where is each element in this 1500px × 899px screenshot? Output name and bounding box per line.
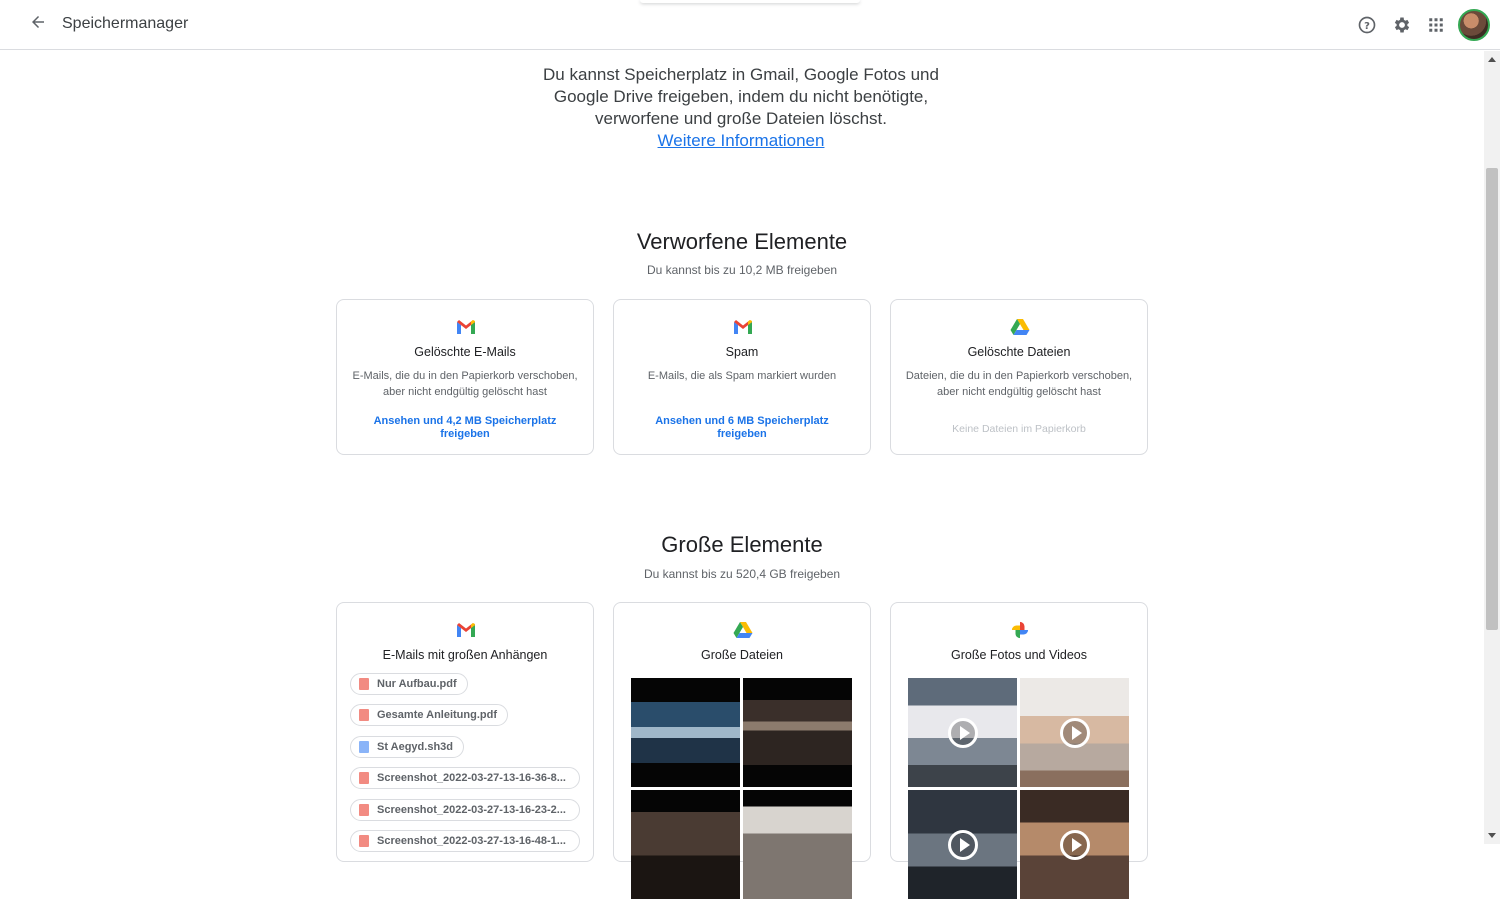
file-thumbnail[interactable] — [743, 790, 852, 899]
file-chip[interactable]: St Aegyd.sh3d — [350, 736, 464, 758]
file-thumbnail[interactable] — [743, 678, 852, 787]
large-files-card[interactable]: Große Dateien — [613, 602, 871, 899]
document-icon — [359, 741, 369, 753]
deleted-files-card[interactable]: Gelöschte Dateien Dateien, die du in den… — [890, 299, 1148, 455]
card-description: E-Mails, die als Spam markiert wurden — [647, 370, 837, 382]
card-title: Große Fotos und Videos — [951, 648, 1087, 662]
gmail-icon — [457, 320, 475, 334]
video-thumbnail[interactable] — [1020, 790, 1129, 899]
scroll-down-icon[interactable] — [1488, 833, 1496, 838]
drive-icon — [733, 622, 753, 638]
file-thumbnail[interactable] — [631, 790, 740, 899]
photos-icon — [1011, 621, 1029, 639]
learn-more-link[interactable]: Weitere Informationen — [658, 131, 825, 150]
card-title: Große Dateien — [701, 648, 783, 662]
card-title: Gelöschte Dateien — [967, 345, 1071, 359]
pdf-icon — [359, 709, 369, 721]
pdf-icon — [359, 678, 369, 690]
empty-trash-status: Keine Dateien im Papierkorb — [952, 423, 1086, 435]
search-bar-shadow — [640, 0, 860, 3]
gmail-icon — [734, 320, 752, 334]
view-free-space-link[interactable]: Ansehen und 6 MB Speicherplatz freigeben — [634, 415, 850, 441]
card-title: Spam — [725, 345, 759, 359]
file-chip[interactable]: Gesamte Anleitung.pdf — [350, 704, 508, 726]
page-title: Speichermanager — [62, 15, 189, 32]
intro-text: Du kannst Speicherplatz in Gmail, Google… — [543, 65, 939, 128]
video-thumbnail[interactable] — [1020, 678, 1129, 787]
file-chip[interactable]: Nur Aufbau.pdf — [350, 673, 468, 695]
discarded-section-subtitle: Du kannst bis zu 10,2 MB freigeben — [646, 263, 838, 277]
avatar[interactable] — [1458, 9, 1490, 41]
deleted-emails-card[interactable]: Gelöschte E-Mails E-Mails, die du in den… — [336, 299, 594, 455]
play-icon — [948, 718, 978, 748]
play-icon — [1060, 718, 1090, 748]
image-icon — [359, 804, 369, 816]
top-app-bar: Speichermanager ? — [0, 0, 1500, 50]
card-description: E-Mails, die du in den Papierkorb versch… — [352, 370, 578, 398]
video-thumbnail[interactable] — [908, 678, 1017, 787]
card-title: E-Mails mit großen Anhängen — [382, 648, 548, 662]
file-chip[interactable]: Screenshot_2022-03-27-13-16-23-2... — [350, 799, 580, 821]
scroll-up-icon[interactable] — [1488, 57, 1496, 62]
card-description: Dateien, die du in den Papierkorb versch… — [905, 370, 1133, 398]
svg-text:?: ? — [1364, 21, 1370, 32]
drive-icon — [1010, 319, 1030, 335]
large-attachments-card[interactable]: E-Mails mit großen Anhängen Nur Aufbau.p… — [336, 602, 594, 862]
discarded-section-title: Verworfene Elemente — [636, 229, 848, 254]
help-icon[interactable]: ? — [1355, 13, 1379, 37]
large-photos-card[interactable]: Große Fotos und Videos — [890, 602, 1148, 899]
spam-card[interactable]: Spam E-Mails, die als Spam markiert wurd… — [613, 299, 871, 455]
gmail-icon — [457, 623, 475, 637]
intro-text-block: Du kannst Speicherplatz in Gmail, Google… — [540, 64, 942, 152]
image-icon — [359, 772, 369, 784]
back-arrow-icon[interactable] — [26, 13, 50, 37]
video-thumbnail[interactable] — [908, 790, 1017, 899]
scrollbar-thumb[interactable] — [1486, 168, 1498, 630]
settings-icon[interactable] — [1390, 13, 1414, 37]
play-icon — [1060, 830, 1090, 860]
apps-icon[interactable] — [1424, 13, 1448, 37]
file-chip[interactable]: Screenshot_2022-03-27-13-16-36-8... — [350, 767, 580, 789]
file-thumbnail[interactable] — [631, 678, 740, 787]
view-free-space-link[interactable]: Ansehen und 4,2 MB Speicherplatz freigeb… — [357, 415, 573, 441]
scrollbar[interactable] — [1484, 51, 1500, 844]
play-icon — [948, 830, 978, 860]
file-chip[interactable]: Screenshot_2022-03-27-13-16-48-1... — [350, 830, 580, 852]
large-section-subtitle: Du kannst bis zu 520,4 GB freigeben — [643, 567, 841, 581]
image-icon — [359, 835, 369, 847]
large-section-title: Große Elemente — [661, 532, 823, 557]
card-title: Gelöschte E-Mails — [414, 345, 516, 359]
